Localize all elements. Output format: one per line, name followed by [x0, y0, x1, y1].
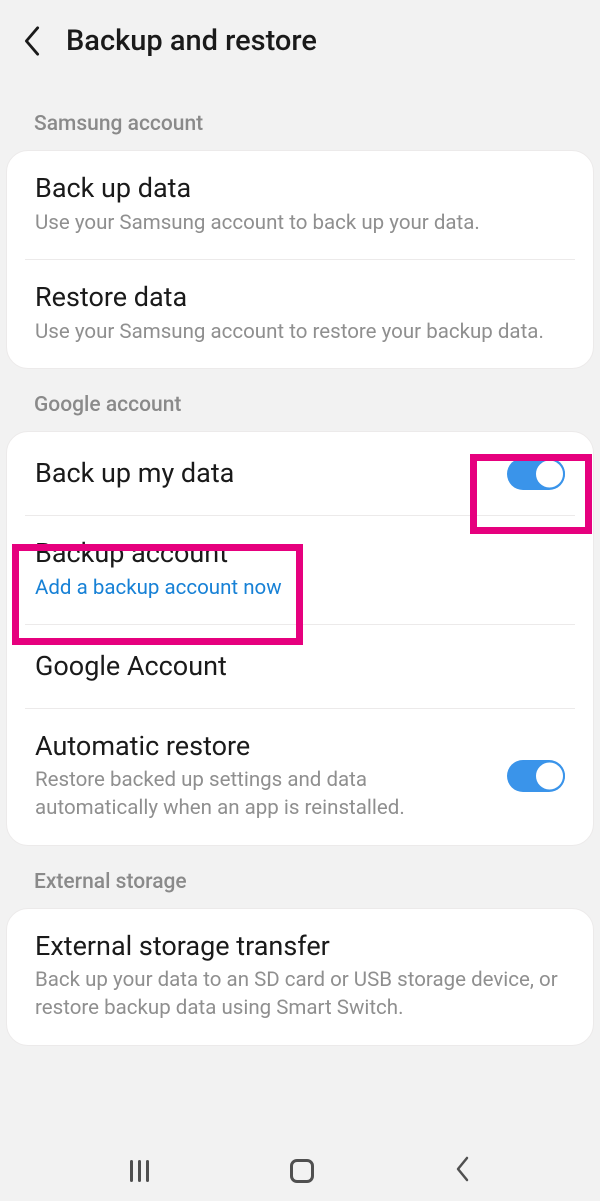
nav-recent-button[interactable]: [130, 1160, 149, 1182]
backup-data-title: Back up data: [35, 171, 565, 206]
automatic-restore-row[interactable]: Automatic restore Restore backed up sett…: [7, 709, 593, 845]
backup-data-row[interactable]: Back up data Use your Samsung account to…: [7, 151, 593, 259]
backup-data-sub: Use your Samsung account to back up your…: [35, 210, 565, 238]
restore-data-row[interactable]: Restore data Use your Samsung account to…: [7, 260, 593, 368]
external-transfer-sub: Back up your data to an SD card or USB s…: [35, 967, 565, 1022]
android-navbar: [0, 1141, 600, 1201]
restore-data-title: Restore data: [35, 280, 565, 315]
page-title: Backup and restore: [66, 24, 317, 58]
backup-account-row[interactable]: Backup account Add a backup account now: [7, 516, 593, 624]
backup-my-data-toggle[interactable]: [507, 458, 565, 490]
back-button[interactable]: [22, 25, 66, 57]
automatic-restore-toggle[interactable]: [507, 760, 565, 792]
restore-data-sub: Use your Samsung account to restore your…: [35, 319, 565, 347]
page-header: Backup and restore: [0, 0, 600, 78]
google-account-card: Back up my data Backup account Add a bac…: [6, 431, 594, 845]
external-storage-card: External storage transfer Back up your d…: [6, 908, 594, 1046]
section-label-samsung: Samsung account: [0, 78, 600, 150]
nav-home-button[interactable]: [290, 1159, 314, 1183]
external-transfer-title: External storage transfer: [35, 929, 565, 964]
section-label-google: Google account: [0, 369, 600, 431]
samsung-account-card: Back up data Use your Samsung account to…: [6, 150, 594, 369]
toggle-knob: [534, 760, 565, 791]
backup-account-sub: Add a backup account now: [35, 575, 565, 603]
chevron-left-icon: [455, 1156, 470, 1182]
backup-my-data-row[interactable]: Back up my data: [7, 432, 593, 515]
chevron-left-icon: [22, 25, 42, 57]
section-label-external: External storage: [0, 846, 600, 908]
toggle-knob: [534, 458, 565, 489]
automatic-restore-sub: Restore backed up settings and data auto…: [35, 767, 495, 822]
google-account-row[interactable]: Google Account: [7, 625, 593, 708]
backup-account-title: Backup account: [35, 536, 565, 571]
automatic-restore-title: Automatic restore: [35, 729, 495, 764]
backup-my-data-title: Back up my data: [35, 456, 495, 491]
external-storage-transfer-row[interactable]: External storage transfer Back up your d…: [7, 909, 593, 1045]
google-account-title: Google Account: [35, 649, 565, 684]
nav-back-button[interactable]: [455, 1156, 470, 1186]
